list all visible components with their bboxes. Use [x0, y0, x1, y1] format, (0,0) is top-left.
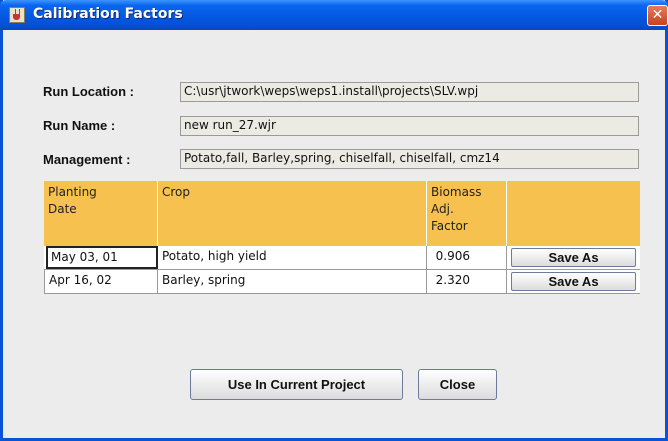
- title-bar[interactable]: Calibration Factors ✕: [0, 0, 668, 30]
- close-icon[interactable]: ✕: [647, 5, 668, 26]
- header-crop[interactable]: Crop: [158, 181, 427, 246]
- run-name-label: Run Name :: [43, 118, 116, 133]
- table-row[interactable]: May 03, 01 Potato, high yield 0.906 Save…: [44, 246, 640, 270]
- close-button[interactable]: Close: [418, 369, 497, 400]
- planting-date-cell[interactable]: Apr 16, 02: [44, 270, 158, 293]
- crop-cell[interactable]: Barley, spring: [158, 270, 427, 293]
- crop-cell[interactable]: Potato, high yield: [158, 246, 427, 269]
- header-action: [507, 181, 640, 246]
- run-name-field[interactable]: new run_27.wjr: [180, 116, 639, 136]
- management-label: Management :: [43, 152, 131, 167]
- run-location-label: Run Location :: [43, 84, 134, 99]
- table-row[interactable]: Apr 16, 02 Barley, spring 2.320 Save As: [44, 270, 640, 294]
- run-location-field[interactable]: C:\usr\jtwork\weps\weps1.install\project…: [180, 82, 639, 102]
- management-field[interactable]: Potato,fall, Barley,spring, chiselfall, …: [180, 149, 639, 169]
- biomass-factor-cell[interactable]: 2.320: [427, 270, 507, 293]
- table-header: Planting Date Crop Biomass Adj. Factor: [44, 181, 640, 246]
- header-biomass-factor[interactable]: Biomass Adj. Factor: [427, 181, 507, 246]
- biomass-factor-cell[interactable]: 0.906: [427, 246, 507, 269]
- header-planting-date[interactable]: Planting Date: [44, 181, 158, 246]
- window-title: Calibration Factors: [33, 6, 183, 22]
- save-as-button[interactable]: Save As: [511, 248, 636, 267]
- save-as-button[interactable]: Save As: [511, 272, 636, 291]
- java-icon: [9, 7, 25, 23]
- planting-date-cell[interactable]: May 03, 01: [46, 246, 158, 269]
- use-in-current-project-button[interactable]: Use In Current Project: [190, 369, 403, 400]
